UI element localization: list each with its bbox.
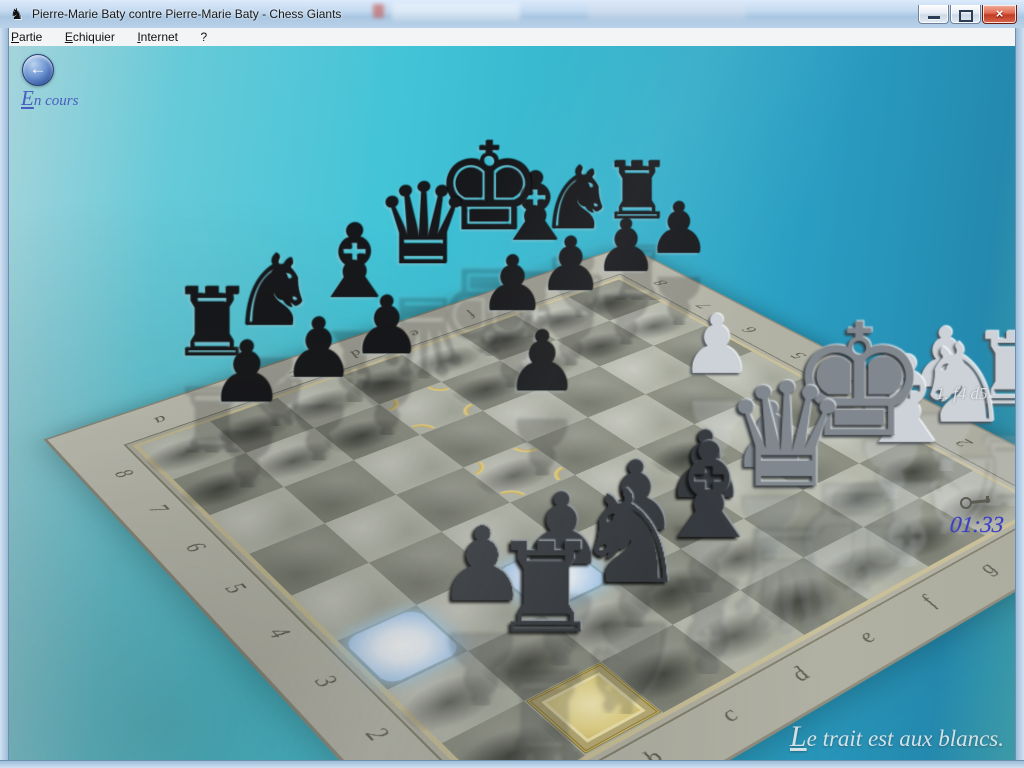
menu-partie[interactable]: Partie: [2, 28, 51, 46]
piece-black-pawn-a7[interactable]: ♟♟: [205, 332, 287, 500]
move-list: 1. f4 d5: [936, 384, 987, 404]
menu-internet[interactable]: Internet: [128, 28, 187, 46]
piece-reflection: ♟: [278, 391, 358, 473]
rank-label-left-3: 3: [304, 667, 347, 696]
aero-glass-reflection: [392, 3, 520, 20]
window-border-bottom: [0, 760, 1024, 768]
app-window: ♞ Pierre-Marie Baty contre Pierre-Marie …: [0, 0, 1024, 768]
game-clock: 01:33: [949, 512, 1005, 538]
window-border-left: [0, 28, 9, 768]
piece-reflection: ♟: [205, 416, 287, 500]
maximize-icon: [959, 10, 973, 22]
clock-panel: 01:33: [950, 494, 1004, 538]
aero-glass-reflection: [588, 3, 746, 20]
menu-help[interactable]: ?: [191, 28, 216, 46]
file-label-near-c: c: [707, 700, 753, 731]
board-grid: ♜♜♞♞♝♝♛♛♚♚♝♝♞♞♜♜♟♟♟♟♟♟♟♟♟♟♟♟♟♟♟♟♟♟♟♟♟♟♟♟…: [139, 279, 1016, 760]
pawn-icon: ♟: [348, 287, 426, 367]
title-bar: ♞ Pierre-Marie Baty contre Pierre-Marie …: [0, 0, 1024, 29]
close-button[interactable]: ×: [982, 5, 1017, 24]
close-icon: ×: [996, 6, 1004, 21]
rank-label-left-7: 7: [140, 499, 177, 520]
piece-reflection: ♟: [348, 367, 426, 447]
maximize-button[interactable]: [950, 5, 981, 24]
back-arrow-icon: ←: [30, 59, 47, 78]
chess-board: ♜♜♞♞♝♝♛♛♚♚♝♝♞♞♜♜♟♟♟♟♟♟♟♟♟♟♟♟♟♟♟♟♟♟♟♟♟♟♟♟…: [47, 247, 1016, 760]
minimize-icon: [928, 16, 940, 19]
rank-label-left-2: 2: [354, 719, 400, 751]
game-status-link[interactable]: En cours: [21, 86, 78, 111]
rank-label-left-5: 5: [215, 576, 255, 601]
app-knight-icon: ♞: [10, 6, 26, 22]
file-label-near-d: d: [778, 660, 823, 689]
rank-label-left-4: 4: [258, 620, 300, 647]
piece-black-pawn-d5[interactable]: ♟♟: [501, 322, 582, 488]
pawn-icon: ♟: [475, 247, 549, 323]
file-label-near-e: e: [845, 624, 888, 651]
game-viewport: ♜♜♞♞♝♝♛♛♚♚♝♝♞♞♜♜♟♟♟♟♟♟♟♟♟♟♟♟♟♟♟♟♟♟♟♟♟♟♟♟…: [8, 46, 1016, 760]
pawn-icon: ♟: [205, 332, 287, 416]
minimize-button[interactable]: [918, 5, 949, 24]
rank-label-left-8: 8: [106, 464, 141, 484]
file-label-near-g: g: [967, 557, 1008, 581]
rook-icon: ♜: [490, 528, 595, 652]
window-border-right: [1015, 28, 1024, 768]
back-button[interactable]: ←: [22, 54, 54, 86]
menu-echiquier[interactable]: Echiquier: [56, 28, 124, 46]
turn-indicator: Le trait est aux blancs.: [790, 720, 1004, 754]
board-3d-scene: ♜♜♞♞♝♝♛♛♚♚♝♝♞♞♜♜♟♟♟♟♟♟♟♟♟♟♟♟♟♟♟♟♟♟♟♟♟♟♟♟…: [8, 46, 1016, 760]
file-label-near-b: b: [630, 742, 677, 760]
piece-white-rook-a1[interactable]: ♜♜: [490, 528, 595, 760]
menu-bar: Partie Echiquier Internet ?: [2, 28, 1022, 47]
window-title: Pierre-Marie Baty contre Pierre-Marie Ba…: [32, 7, 341, 21]
piece-black-pawn-c7[interactable]: ♟♟: [348, 287, 426, 446]
piece-black-pawn-b7[interactable]: ♟♟: [278, 309, 358, 473]
pawn-icon: ♟: [278, 309, 358, 391]
clock-key-icon: [960, 495, 994, 507]
aero-glass-reflection: [373, 4, 384, 18]
pawn-icon: ♟: [501, 322, 582, 405]
piece-reflection: ♜: [490, 652, 595, 760]
rank-label-left-6: 6: [176, 536, 214, 559]
